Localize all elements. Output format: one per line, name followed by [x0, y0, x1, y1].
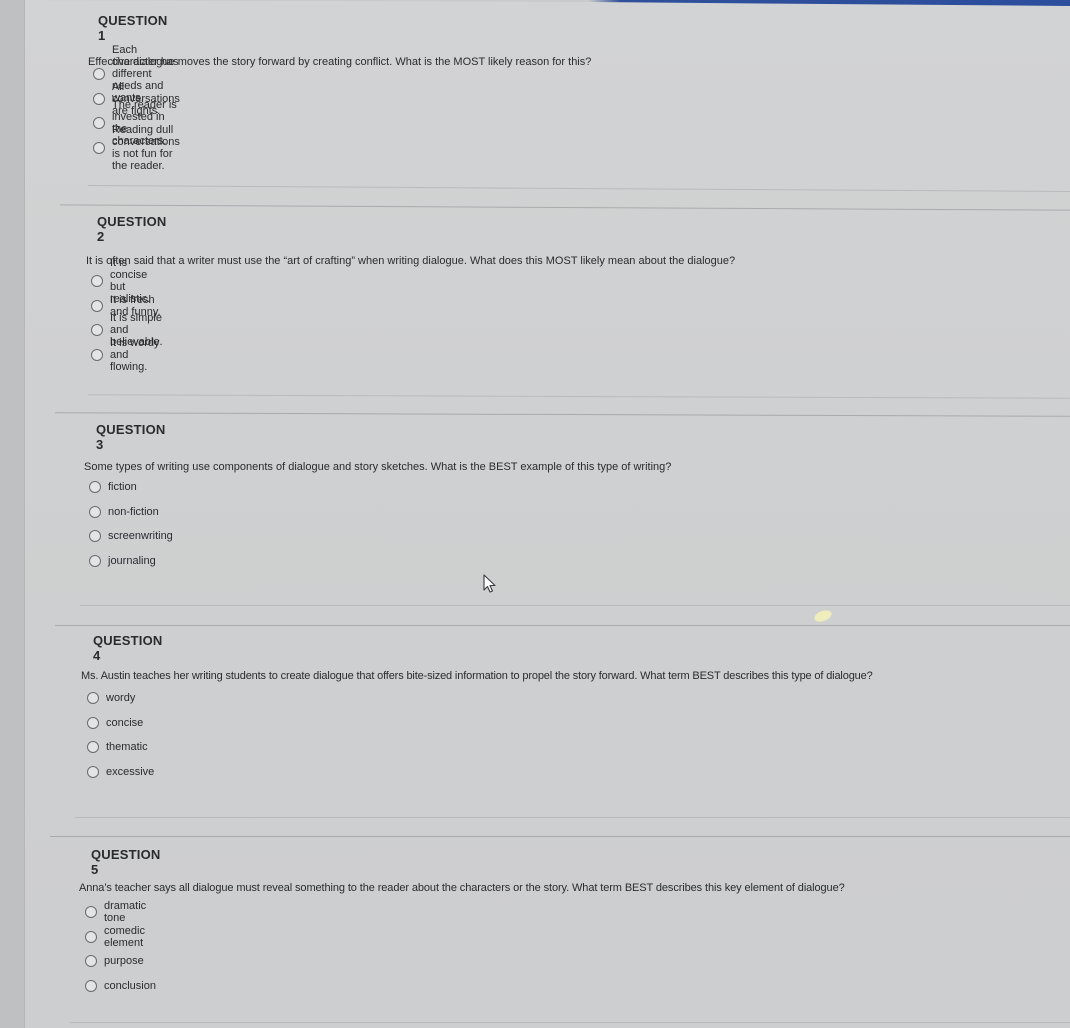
divider	[80, 605, 1070, 606]
option-label: fiction	[108, 481, 137, 494]
question-text: Ms. Austin teaches her writing students …	[81, 670, 873, 682]
option-label: comedic element	[104, 924, 145, 949]
answer-options: wordy concise thematic excessive	[87, 686, 154, 784]
answer-option[interactable]: comedic element	[85, 925, 156, 950]
answer-option[interactable]: concise	[87, 711, 154, 736]
radio-button-icon[interactable]	[85, 955, 97, 968]
radio-button-icon[interactable]	[93, 92, 105, 105]
option-label: screenwriting	[108, 530, 173, 543]
option-label: journaling	[108, 554, 156, 567]
answer-option[interactable]: purpose	[85, 949, 156, 974]
answer-options: dramatic tone comedic element purpose co…	[85, 900, 156, 998]
answer-options: Each character has different needs and w…	[93, 44, 180, 172]
answer-option[interactable]: dramatic tone	[85, 900, 156, 925]
answer-option[interactable]: journaling	[89, 549, 173, 574]
radio-button-icon[interactable]	[89, 481, 101, 494]
radio-button-icon[interactable]	[93, 117, 105, 130]
divider	[50, 836, 1070, 837]
radio-button-icon[interactable]	[87, 741, 99, 754]
radio-button-icon[interactable]	[87, 716, 99, 729]
answer-option[interactable]: wordy	[87, 686, 154, 711]
answer-option[interactable]: screenwriting	[89, 524, 173, 549]
divider	[55, 625, 1070, 626]
answer-options: It is concise but realistic. It is fresh…	[91, 257, 163, 373]
answer-option[interactable]: conclusion	[85, 974, 156, 999]
option-label: dramatic tone	[104, 900, 147, 925]
answer-option[interactable]: It is wordy and flowing.	[91, 337, 163, 373]
radio-button-icon[interactable]	[85, 906, 97, 919]
quiz-page	[24, 0, 1070, 1028]
divider	[75, 817, 1070, 818]
option-label: concise	[106, 716, 144, 729]
radio-button-icon[interactable]	[93, 141, 105, 154]
option-label: It is wordy and flowing.	[110, 336, 160, 373]
option-label: thematic	[106, 741, 148, 754]
radio-button-icon[interactable]	[91, 299, 103, 312]
question-title: QUESTION 1	[98, 13, 168, 43]
option-label: Reading dull conversations is not fun fo…	[112, 123, 180, 172]
radio-button-icon[interactable]	[91, 275, 103, 288]
radio-button-icon[interactable]	[89, 530, 101, 543]
radio-button-icon[interactable]	[85, 930, 97, 943]
option-label: conclusion	[104, 979, 156, 992]
answer-option[interactable]: thematic	[87, 735, 154, 760]
left-margin	[0, 0, 24, 1028]
radio-button-icon[interactable]	[87, 765, 99, 778]
question-text: It is often said that a writer must use …	[86, 255, 736, 267]
radio-button-icon[interactable]	[91, 324, 103, 337]
option-label: excessive	[106, 765, 155, 778]
answer-option[interactable]: non-fiction	[89, 500, 173, 525]
radio-button-icon[interactable]	[91, 348, 103, 361]
answer-options: fiction non-fiction screenwriting journa…	[89, 475, 173, 573]
question-text: Some types of writing use components of …	[84, 461, 672, 473]
option-label: wordy	[106, 692, 136, 705]
option-label: non-fiction	[108, 505, 159, 518]
mouse-pointer-icon	[483, 574, 496, 593]
divider	[70, 1022, 1070, 1023]
radio-button-icon[interactable]	[89, 554, 101, 567]
answer-option[interactable]: It is concise but realistic.	[91, 257, 163, 305]
question-text: Anna’s teacher says all dialogue must re…	[79, 882, 845, 894]
question-title: QUESTION 2	[97, 214, 167, 244]
answer-option[interactable]: excessive	[87, 760, 154, 785]
radio-button-icon[interactable]	[89, 505, 101, 518]
answer-option[interactable]: Reading dull conversations is not fun fo…	[93, 124, 180, 172]
radio-button-icon[interactable]	[85, 979, 97, 992]
question-title: QUESTION 5	[91, 847, 161, 877]
radio-button-icon[interactable]	[93, 68, 105, 81]
radio-button-icon[interactable]	[87, 692, 99, 705]
answer-option[interactable]: fiction	[89, 475, 173, 500]
question-title: QUESTION 3	[96, 422, 166, 452]
option-label: purpose	[104, 955, 144, 968]
question-title: QUESTION 4	[93, 633, 163, 663]
